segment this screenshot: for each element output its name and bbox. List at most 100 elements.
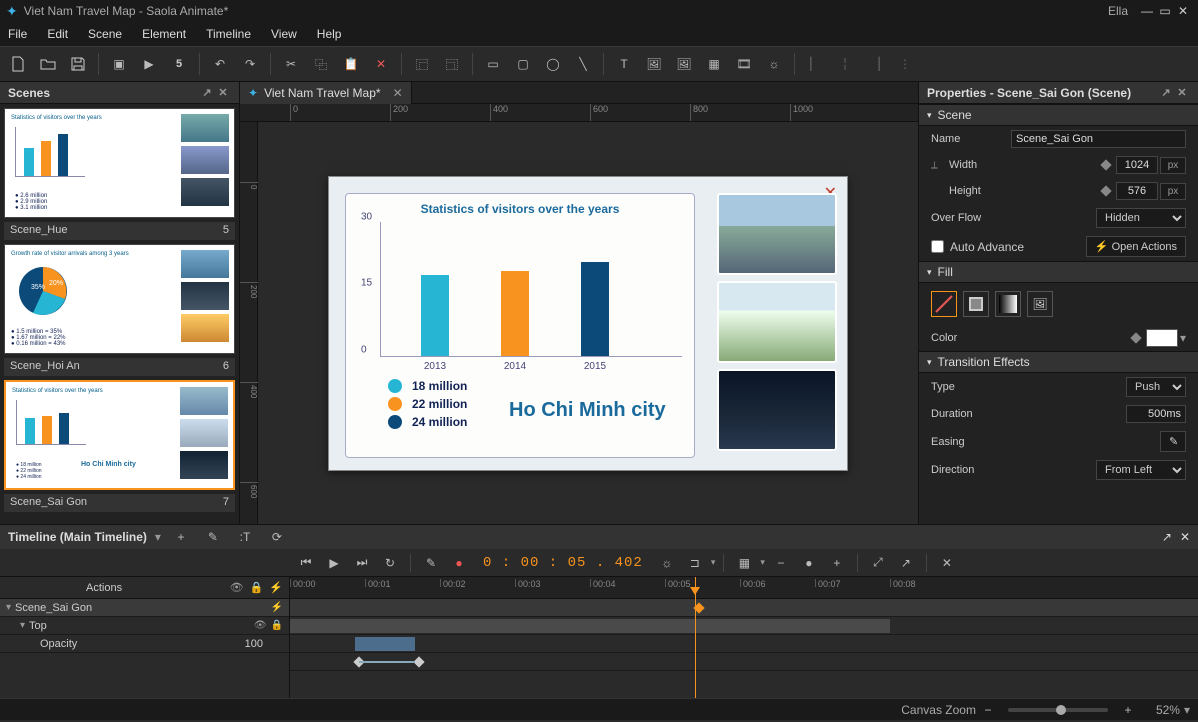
menu-view[interactable]: View [271,27,297,41]
fill-gradient-icon[interactable] [995,291,1021,317]
autoadvance-checkbox[interactable] [931,240,944,253]
paste-icon[interactable]: 📋 [337,50,365,78]
timeline-track-area[interactable]: 00:00 00:01 00:02 00:03 00:04 00:05 00:0… [290,577,1198,698]
playhead[interactable] [695,577,696,698]
keyframe-diamond-icon[interactable] [1100,159,1111,170]
text-icon[interactable]: T [610,50,638,78]
goto-end-icon[interactable]: ⏭ [350,551,374,575]
width-input[interactable] [1116,156,1158,174]
zoom-in-button[interactable]: + [1116,698,1140,722]
track-top-name[interactable]: Top [29,620,250,632]
color-swatch[interactable] [1146,329,1178,347]
menu-file[interactable]: File [8,27,27,41]
expand-icon[interactable]: ⤢ [866,551,890,575]
delete-kf-icon[interactable]: ✕ [935,551,959,575]
export-icon[interactable]: ▣ [105,50,133,78]
canvas-tab[interactable]: ✦ Viet Nam Travel Map* ✕ [240,82,412,104]
panel-close-icon[interactable]: ✕ [1174,86,1190,99]
popout-icon[interactable]: ↗ [894,551,918,575]
section-fill[interactable]: ▾Fill [919,261,1198,283]
kf-editor-icon[interactable]: ✎ [419,551,443,575]
type-select[interactable]: Push [1126,377,1186,397]
time-ruler[interactable]: 00:00 00:01 00:02 00:03 00:04 00:05 00:0… [290,577,1198,599]
fill-image-icon[interactable]: 🖼 [1027,291,1053,317]
panel-popout-icon[interactable]: ↗ [1162,530,1172,544]
goto-start-icon[interactable]: ⏮ [294,551,318,575]
tab-close-icon[interactable]: ✕ [393,86,403,100]
undo-icon[interactable]: ↶ [206,50,234,78]
zoom-out-icon[interactable]: − [769,551,793,575]
image2-icon[interactable]: 🖼 [670,50,698,78]
sprite-icon[interactable]: ▦ [700,50,728,78]
lane-top[interactable] [290,635,1198,653]
user-name[interactable]: Ella [1108,4,1128,18]
canvas-viewport[interactable]: ✕ Statistics of visitors over the years … [258,122,918,524]
align-right-icon[interactable]: ▕ [861,50,889,78]
overflow-select[interactable]: Hidden [1096,208,1186,228]
ellipse-icon[interactable]: ◯ [539,50,567,78]
align-left-icon[interactable]: ▏ [801,50,829,78]
city-label[interactable]: Ho Chi Minh city [509,399,666,422]
direction-select[interactable]: From Left [1096,460,1186,480]
panel-popout-icon[interactable]: ↗ [1158,86,1174,99]
menu-help[interactable]: Help [317,27,342,41]
menu-timeline[interactable]: Timeline [206,27,251,41]
photo-2[interactable] [717,281,837,363]
menu-edit[interactable]: Edit [47,27,68,41]
panel-close-icon[interactable]: ✕ [1180,530,1190,544]
fill-none-icon[interactable] [931,291,957,317]
duration-input[interactable] [1126,405,1186,423]
video-icon[interactable]: 🎞 [730,50,758,78]
keyframe-diamond-icon[interactable] [1100,185,1111,196]
menu-scene[interactable]: Scene [88,27,122,41]
loop-icon[interactable]: ↻ [378,551,402,575]
track-bolt-icon[interactable]: ⚡ [271,602,283,613]
rounded-rect-icon[interactable]: ▢ [509,50,537,78]
line-icon[interactable]: ╲ [569,50,597,78]
rename-timeline-icon[interactable]: ✎ [201,525,225,549]
lane-opacity[interactable] [290,653,1198,671]
scene-thumb-hue[interactable]: Statistics of visitors over the years ● … [4,108,235,218]
preview-icon[interactable]: ▶ [135,50,163,78]
zoom-fit-icon[interactable]: ● [797,551,821,575]
zoom-in-icon[interactable]: + [825,551,849,575]
open-actions-button[interactable]: ⚡ Open Actions [1086,236,1186,257]
expand-track-icon[interactable]: ▾ [6,602,11,613]
lock-icon[interactable]: 🔒 [250,581,264,594]
maximize-button[interactable]: ▭ [1156,4,1174,18]
easing-button[interactable]: ✎ [1160,431,1186,452]
panel-close-icon[interactable]: ✕ [215,86,231,99]
ungroup-icon[interactable]: ⿹ [438,50,466,78]
open-file-icon[interactable] [34,50,62,78]
play-icon[interactable]: ▶ [322,551,346,575]
stage[interactable]: ✕ Statistics of visitors over the years … [328,176,848,471]
clip-top[interactable] [355,637,415,651]
lock-icon[interactable]: 🔒 [271,620,283,631]
distribute-icon[interactable]: ⋮ [891,50,919,78]
keyframe[interactable] [413,656,424,667]
photo-1[interactable] [717,193,837,275]
group-icon[interactable]: ⿸ [408,50,436,78]
minimize-button[interactable]: — [1138,4,1156,18]
copy-icon[interactable]: ⿻ [307,50,335,78]
magnet-icon[interactable]: ⊐ [683,551,707,575]
timeline-dropdown-icon[interactable]: ▾ [155,530,161,544]
height-input[interactable] [1116,182,1158,200]
photo-3[interactable] [717,369,837,451]
new-file-icon[interactable] [4,50,32,78]
track-scene-name[interactable]: Scene_Sai Gon [15,602,267,614]
lane-actions[interactable] [290,599,1198,617]
zoom-slider[interactable] [1008,708,1108,712]
grid-icon[interactable]: ▦ [732,551,756,575]
section-scene[interactable]: ▾Scene [919,104,1198,126]
html5-icon[interactable]: 5 [165,50,193,78]
cut-icon[interactable]: ✂ [277,50,305,78]
link-dims-icon[interactable]: ⟂ [931,160,949,171]
color-dropdown-icon[interactable]: ▾ [1180,331,1186,345]
record-icon[interactable]: ● [447,551,471,575]
fill-solid-icon[interactable] [963,291,989,317]
rect-icon[interactable]: ▭ [479,50,507,78]
menu-element[interactable]: Element [142,27,186,41]
track-opacity-name[interactable]: Opacity [40,638,241,650]
add-timeline-icon[interactable]: + [169,525,193,549]
